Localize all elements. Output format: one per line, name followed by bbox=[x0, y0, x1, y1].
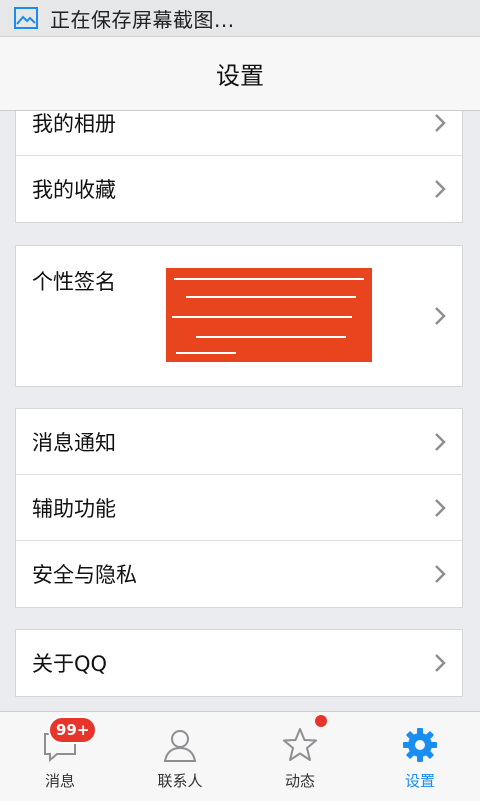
tab-settings[interactable]: 设置 bbox=[360, 712, 480, 801]
row-my-album[interactable]: 我的相册 bbox=[16, 111, 462, 156]
settings-group-2: 个性签名 bbox=[15, 245, 463, 387]
tab-messages[interactable]: 99+ 消息 bbox=[0, 712, 120, 801]
row-about-qq[interactable]: 关于QQ bbox=[16, 630, 462, 696]
settings-list[interactable]: 我的相册 我的收藏 个性签名 消息通知 辅助功能 安全与隐私 关于QQ bbox=[0, 111, 480, 711]
row-label: 关于QQ bbox=[32, 652, 108, 676]
row-label: 辅助功能 bbox=[32, 496, 116, 521]
tab-label: 联系人 bbox=[157, 772, 203, 790]
redacted-signature bbox=[166, 268, 372, 362]
new-activity-dot bbox=[315, 715, 327, 727]
chevron-right-icon bbox=[434, 653, 446, 673]
status-bar: 正在保存屏幕截图... bbox=[0, 0, 480, 37]
tab-feed[interactable]: 动态 bbox=[240, 712, 360, 801]
tab-contacts[interactable]: 联系人 bbox=[120, 712, 240, 801]
chevron-right-icon bbox=[434, 179, 446, 199]
chevron-right-icon bbox=[434, 564, 446, 584]
chevron-right-icon bbox=[434, 113, 446, 133]
tab-bar: 99+ 消息 联系人 动态 设置 bbox=[0, 711, 480, 801]
nav-header: 设置 bbox=[0, 37, 480, 111]
picture-icon bbox=[14, 7, 38, 29]
tab-label: 动态 bbox=[284, 772, 315, 790]
chevron-right-icon bbox=[434, 306, 446, 326]
row-my-favorites[interactable]: 我的收藏 bbox=[16, 156, 462, 222]
row-label: 安全与隐私 bbox=[32, 563, 137, 587]
settings-group-1: 我的相册 我的收藏 bbox=[15, 111, 463, 223]
page-title: 设置 bbox=[216, 62, 264, 90]
settings-group-4: 关于QQ bbox=[15, 629, 463, 697]
row-security-privacy[interactable]: 安全与隐私 bbox=[16, 541, 462, 607]
row-label: 个性签名 bbox=[32, 270, 116, 294]
row-label: 我的收藏 bbox=[32, 178, 116, 202]
unread-badge: 99+ bbox=[48, 716, 98, 744]
row-label: 我的相册 bbox=[32, 111, 116, 136]
row-notifications[interactable]: 消息通知 bbox=[16, 409, 462, 475]
status-text: 正在保存屏幕截图... bbox=[50, 7, 235, 32]
tab-label: 消息 bbox=[44, 772, 75, 790]
row-label: 消息通知 bbox=[32, 430, 116, 455]
tab-label: 设置 bbox=[404, 772, 435, 790]
gear-icon bbox=[403, 728, 437, 762]
settings-group-3: 消息通知 辅助功能 安全与隐私 bbox=[15, 408, 463, 608]
row-accessibility[interactable]: 辅助功能 bbox=[16, 475, 462, 541]
star-icon bbox=[283, 728, 317, 761]
chevron-right-icon bbox=[434, 498, 446, 518]
row-signature[interactable]: 个性签名 bbox=[16, 246, 462, 386]
person-icon bbox=[163, 730, 197, 762]
chevron-right-icon bbox=[434, 432, 446, 452]
